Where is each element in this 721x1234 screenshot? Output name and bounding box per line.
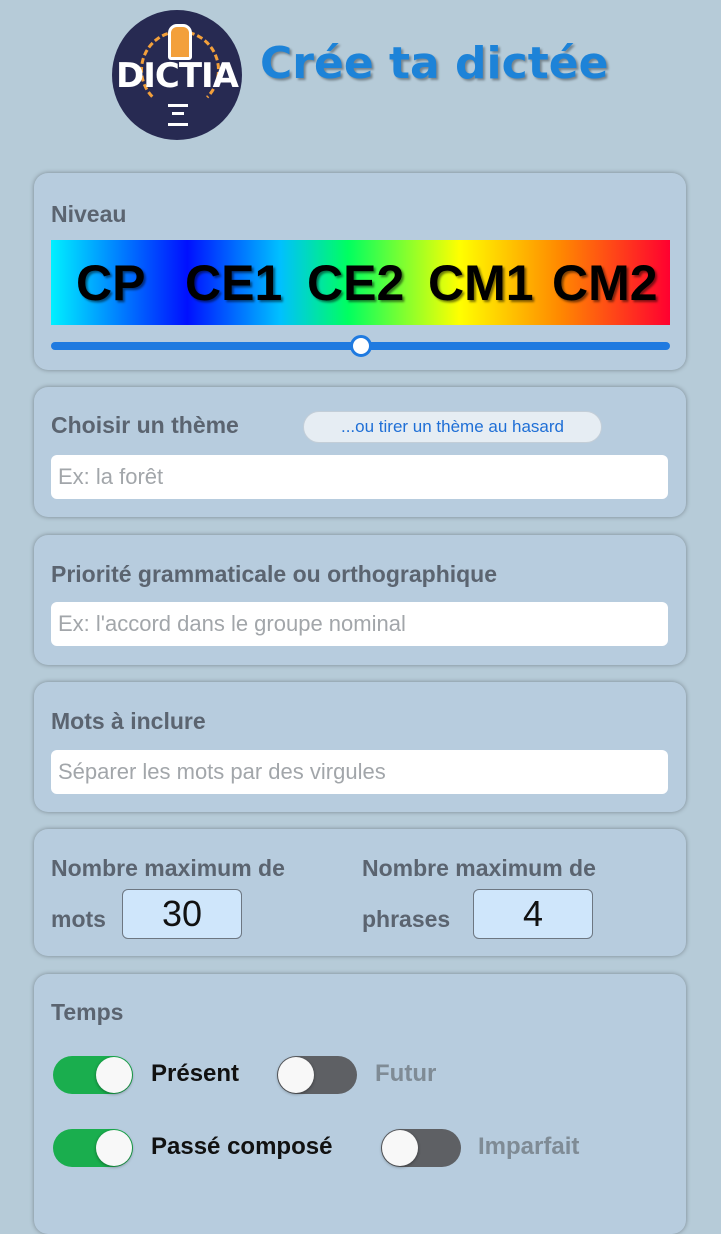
tense-present-label: Présent xyxy=(151,1060,240,1087)
toggle-knob xyxy=(96,1057,132,1093)
tense-imparfait-label: Imparfait xyxy=(478,1133,580,1160)
toggle-imparfait[interactable] xyxy=(381,1129,461,1167)
tense-futur-label: Futur xyxy=(375,1060,437,1087)
max-words-label-line1: Nombre maximum de xyxy=(51,855,285,881)
theme-card: Choisir un thème ...ou tirer un thème au… xyxy=(34,387,686,517)
tenses-label: Temps xyxy=(51,999,124,1025)
max-sentences-label-line2: phrases xyxy=(362,906,451,932)
max-words-input[interactable]: 30 xyxy=(122,889,242,939)
toggle-knob xyxy=(96,1130,132,1166)
bulb-base-icon xyxy=(168,104,188,126)
level-cm1[interactable]: CM1 xyxy=(428,254,534,312)
tense-passe-compose-label: Passé composé xyxy=(151,1133,333,1160)
level-slider-thumb[interactable] xyxy=(350,335,372,357)
tenses-card: Temps Présent Futur Passé composé Imparf… xyxy=(34,974,686,1234)
toggle-present[interactable] xyxy=(53,1056,133,1094)
toggle-futur[interactable] xyxy=(277,1056,357,1094)
words-input[interactable] xyxy=(51,750,668,794)
priority-input[interactable] xyxy=(51,602,668,646)
page-title: Crée ta dictée xyxy=(260,38,609,89)
logo-text: DICTIA xyxy=(116,56,239,96)
header: DICTIA Crée ta dictée xyxy=(0,0,721,150)
words-card: Mots à inclure xyxy=(34,682,686,812)
niveau-label: Niveau xyxy=(51,201,127,227)
random-theme-button[interactable]: ...ou tirer un thème au hasard xyxy=(303,411,602,443)
level-cp[interactable]: CP xyxy=(76,254,145,312)
toggle-passe-compose[interactable] xyxy=(53,1129,133,1167)
max-sentences-input[interactable]: 4 xyxy=(473,889,593,939)
level-cm2[interactable]: CM2 xyxy=(552,254,658,312)
toggle-knob xyxy=(382,1130,418,1166)
level-ce1[interactable]: CE1 xyxy=(185,254,282,312)
limits-card: Nombre maximum de mots 30 Nombre maximum… xyxy=(34,829,686,956)
max-words-label-line2: mots xyxy=(51,906,106,932)
max-sentences-label-line1: Nombre maximum de xyxy=(362,855,596,881)
lightbulb-icon xyxy=(168,24,192,60)
toggle-knob xyxy=(278,1057,314,1093)
level-ce2[interactable]: CE2 xyxy=(307,254,404,312)
niveau-card: Niveau CP CE1 CE2 CM1 CM2 xyxy=(34,173,686,370)
priority-card: Priorité grammaticale ou orthographique xyxy=(34,535,686,665)
theme-label: Choisir un thème xyxy=(51,412,239,438)
priority-label: Priorité grammaticale ou orthographique xyxy=(51,561,498,587)
theme-input[interactable] xyxy=(51,455,668,499)
dictia-logo: DICTIA xyxy=(112,10,242,140)
words-label: Mots à inclure xyxy=(51,708,206,734)
level-gradient-bar[interactable]: CP CE1 CE2 CM1 CM2 xyxy=(51,240,670,325)
